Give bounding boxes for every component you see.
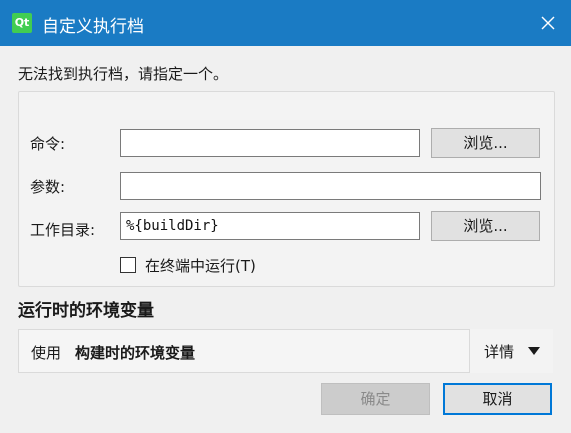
- ok-button[interactable]: 确定: [321, 383, 430, 415]
- cancel-button[interactable]: 取消: [443, 383, 552, 415]
- details-button[interactable]: 详情: [469, 329, 553, 373]
- environment-value: 构建时的环境变量: [75, 344, 196, 362]
- command-browse-button[interactable]: 浏览...: [431, 128, 540, 158]
- working-directory-label: 工作目录:: [30, 221, 96, 239]
- command-label: 命令:: [30, 135, 66, 153]
- details-label: 详情: [484, 343, 515, 361]
- arguments-input[interactable]: [120, 172, 541, 200]
- title-bar[interactable]: Qt 自定义执行档: [0, 0, 571, 46]
- working-directory-browse-button[interactable]: 浏览...: [431, 211, 540, 241]
- close-icon: [541, 16, 555, 30]
- close-button[interactable]: [525, 0, 571, 46]
- runtime-environment-title: 运行时的环境变量: [18, 301, 154, 321]
- qt-creator-app-icon: Qt: [12, 13, 32, 33]
- caret-down-icon: [528, 347, 540, 355]
- arguments-label: 参数:: [30, 178, 66, 196]
- run-in-terminal-label[interactable]: 在终端中运行(T): [145, 255, 256, 276]
- custom-executable-dialog: Qt 自定义执行档 无法找到执行档，请指定一个。 命令: 浏览... 参数: 工…: [0, 0, 571, 433]
- prompt-message: 无法找到执行档，请指定一个。: [18, 65, 229, 83]
- run-in-terminal-checkbox[interactable]: [120, 257, 136, 273]
- working-directory-input[interactable]: %{buildDir}: [120, 212, 420, 240]
- executable-settings-group: 命令: 浏览... 参数: 工作目录: %{buildDir} 浏览... 在终…: [18, 91, 555, 287]
- environment-prefix: 使用: [31, 344, 62, 362]
- command-input[interactable]: [120, 129, 420, 157]
- environment-summary: 使用 构建时的环境变量 详情: [18, 329, 553, 373]
- window-title: 自定义执行档: [42, 17, 144, 37]
